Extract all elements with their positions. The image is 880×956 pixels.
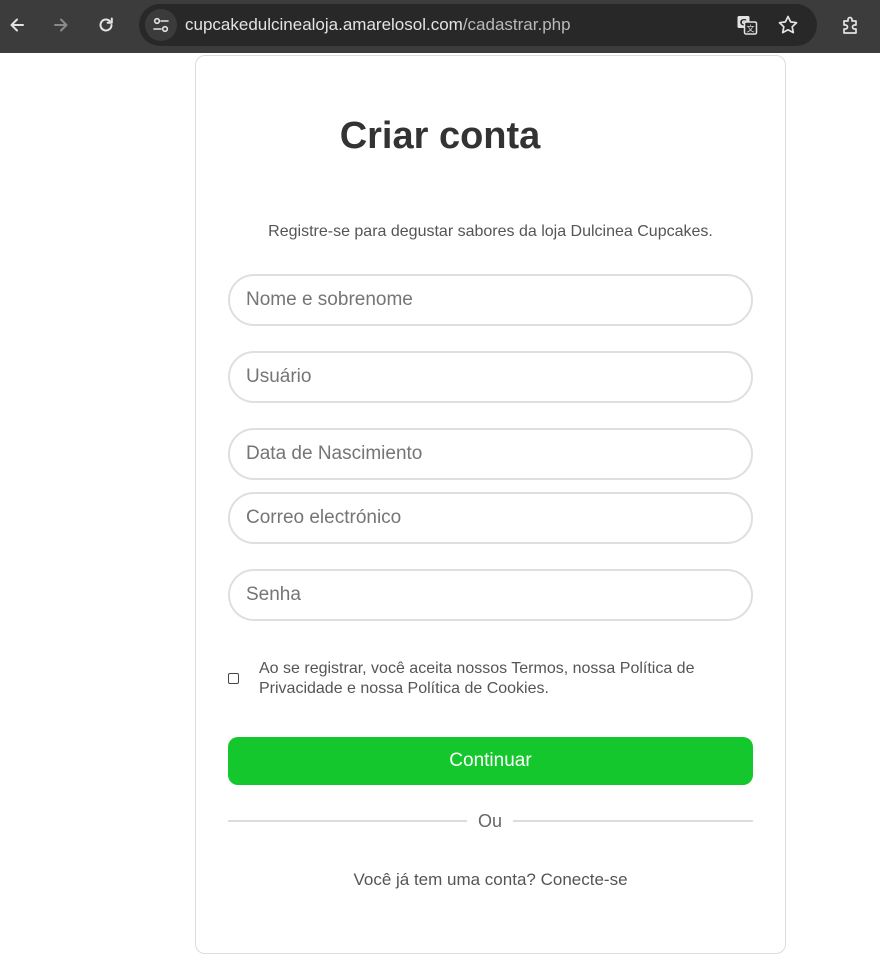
login-link[interactable]: Conecte-se bbox=[541, 870, 628, 889]
forward-button[interactable] bbox=[44, 8, 78, 42]
forward-arrow-icon bbox=[54, 18, 68, 32]
password-input[interactable] bbox=[228, 569, 753, 621]
url-text[interactable]: cupcakedulcinealoja.amarelosol.com/cadas… bbox=[185, 15, 571, 35]
terms-checkbox[interactable] bbox=[228, 673, 239, 684]
browser-toolbar: cupcakedulcinealoja.amarelosol.com/cadas… bbox=[0, 0, 880, 53]
divider-label: Ou bbox=[477, 811, 502, 831]
back-button[interactable] bbox=[0, 8, 34, 42]
email-input[interactable] bbox=[228, 492, 753, 544]
extensions-icon bbox=[843, 16, 857, 34]
divider-line-left bbox=[228, 820, 467, 822]
translate-button[interactable]: G 文 bbox=[735, 13, 759, 37]
svg-text:文: 文 bbox=[747, 24, 755, 34]
login-prompt: Você já tem uma conta? bbox=[353, 870, 536, 889]
terms-label: Ao se registrar, você aceita nossos Term… bbox=[259, 660, 695, 697]
signup-subtitle: Registre-se para degustar sabores da loj… bbox=[268, 223, 713, 240]
extensions-button[interactable] bbox=[836, 10, 866, 40]
site-info-icon bbox=[153, 17, 169, 33]
reload-icon bbox=[99, 17, 113, 32]
login-prompt-line: Você já tem uma conta? Conecte-se bbox=[195, 870, 786, 890]
continue-button[interactable]: Continuar bbox=[228, 737, 753, 785]
divider-line-right bbox=[513, 820, 753, 822]
url-path: /cadastrar.php bbox=[462, 15, 571, 34]
full-name-input[interactable] bbox=[228, 274, 753, 326]
back-arrow-icon bbox=[10, 18, 24, 32]
translate-icon: G 文 bbox=[737, 16, 758, 35]
page-title: Criar conta bbox=[339, 115, 541, 157]
star-icon bbox=[778, 15, 798, 34]
birthdate-input[interactable] bbox=[228, 428, 753, 480]
address-bar[interactable]: cupcakedulcinealoja.amarelosol.com/cadas… bbox=[139, 4, 817, 46]
username-input[interactable] bbox=[228, 351, 753, 403]
site-info-button[interactable] bbox=[145, 9, 177, 41]
reload-button[interactable] bbox=[89, 8, 123, 42]
bookmark-button[interactable] bbox=[776, 13, 800, 37]
url-host: cupcakedulcinealoja.amarelosol.com bbox=[185, 15, 463, 34]
